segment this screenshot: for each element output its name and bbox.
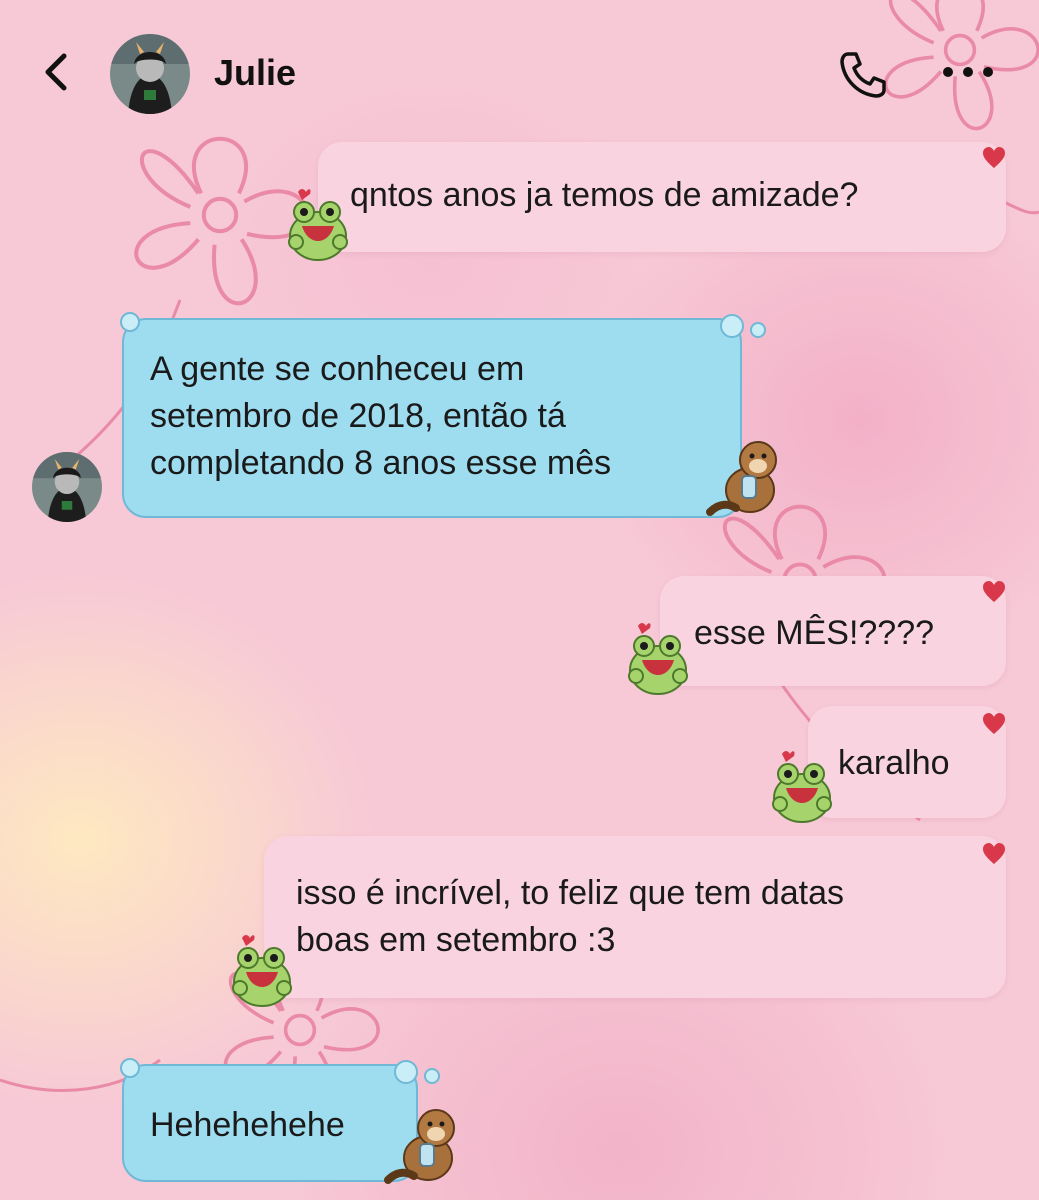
frog-sticker-icon (772, 751, 832, 823)
contact-name[interactable]: Julie (214, 52, 296, 94)
message-text: Hehehehehe (150, 1106, 345, 1144)
bubble-decoration (120, 1058, 140, 1078)
bubble-decoration (120, 312, 140, 332)
message-bubble-received[interactable]: A gente se conheceu em setembro de 2018,… (122, 318, 742, 518)
message-bubble-received[interactable]: Hehehehehe (122, 1064, 418, 1182)
message-text: qntos anos ja temos de amizade? (350, 176, 859, 214)
bubble-decoration (394, 1060, 418, 1084)
message-bubble-sent[interactable]: karalho (808, 706, 1006, 818)
heart-icon (983, 581, 1005, 602)
more-options-button[interactable] (938, 60, 998, 84)
frog-sticker-icon (628, 623, 688, 695)
heart-icon (983, 147, 1005, 168)
chat-header: Julie (0, 0, 1039, 140)
message-text: isso é incrível, to feliz que tem datas … (296, 874, 845, 959)
phone-icon (840, 52, 886, 98)
chevron-left-icon (45, 53, 67, 91)
heart-icon (983, 713, 1005, 734)
message-text: A gente se conheceu em setembro de 2018,… (150, 350, 612, 482)
message-text: karalho (838, 744, 950, 782)
otter-sticker-icon (384, 1109, 455, 1184)
message-bubble-sent[interactable]: esse MÊS!???? (660, 576, 1006, 686)
contact-avatar[interactable] (110, 34, 190, 114)
frog-sticker-icon (288, 189, 348, 261)
contact-avatar[interactable] (32, 452, 102, 522)
frog-sticker-icon (232, 935, 292, 1007)
heart-icon (983, 843, 1005, 864)
message-bubble-sent[interactable]: qntos anos ja temos de amizade? (318, 142, 1006, 252)
back-button[interactable] (36, 50, 80, 94)
otter-sticker-icon (706, 441, 777, 516)
bubble-decoration (720, 314, 744, 338)
bubble-decoration (750, 322, 766, 338)
bubble-decoration (424, 1068, 440, 1084)
message-bubble-sent[interactable]: isso é incrível, to feliz que tem datas … (264, 836, 1006, 998)
call-button[interactable] (836, 48, 888, 100)
message-text: esse MÊS!???? (694, 614, 935, 652)
more-dots-icon (943, 67, 993, 77)
